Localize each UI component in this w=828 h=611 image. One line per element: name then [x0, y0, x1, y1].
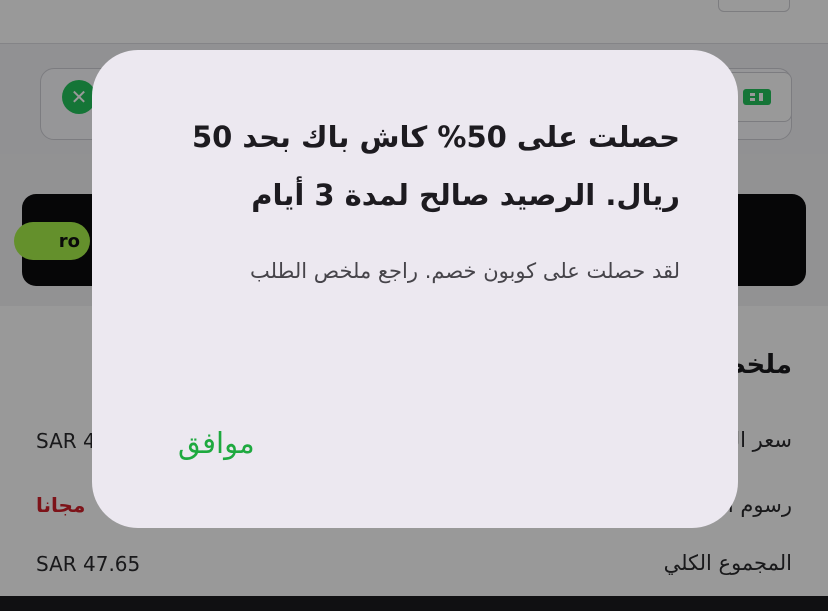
dialog-message: لقد حصلت على كوبون خصم. راجع ملخص الطلب — [250, 259, 680, 283]
dialog-title: حصلت على 50% كاش باك بحد 50 ريال. الرصيد… — [191, 120, 680, 212]
cashback-dialog: حصلت على 50% كاش باك بحد 50 ريال. الرصيد… — [92, 50, 738, 528]
ok-button[interactable]: موافق — [174, 422, 259, 464]
